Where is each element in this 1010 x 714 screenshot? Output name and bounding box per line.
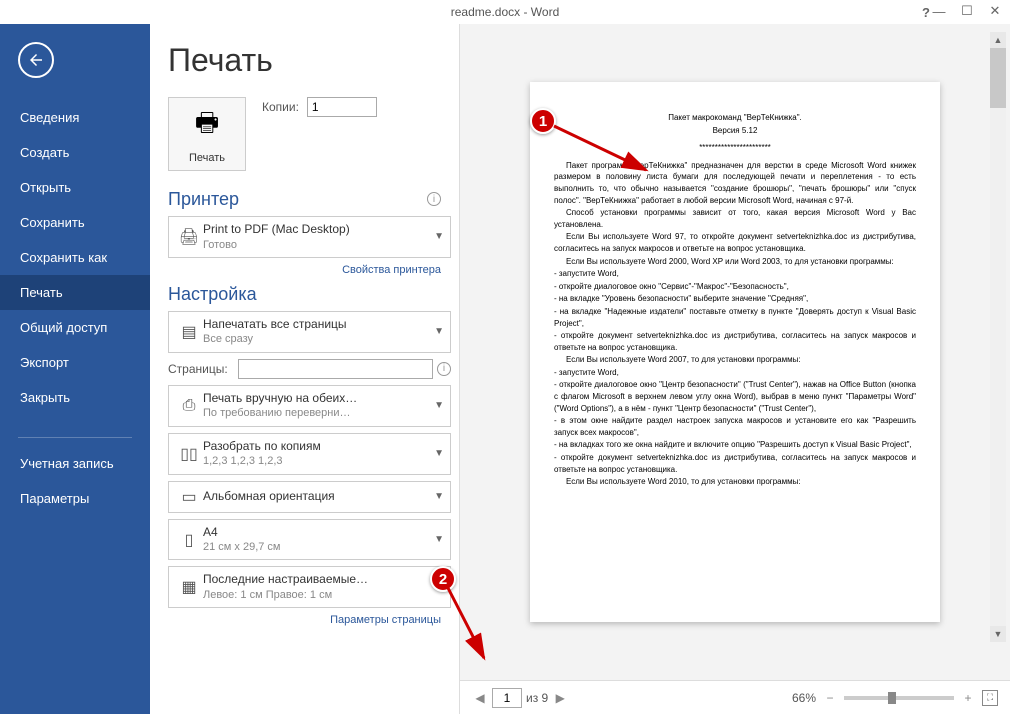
margins-icon: ▦ (175, 577, 203, 597)
title-bar: readme.docx - Word ? — ☐ ✕ (0, 0, 1010, 24)
collate-select[interactable]: ▯▯ Разобрать по копиям 1,2,3 1,2,3 1,2,3… (168, 433, 451, 475)
zoom-in-button[interactable]: + (960, 690, 976, 706)
zoom-out-button[interactable]: − (822, 690, 838, 706)
window-title: readme.docx - Word (451, 5, 560, 19)
info-icon[interactable]: i (437, 362, 451, 376)
page-params-link[interactable]: Параметры страницы (168, 614, 441, 626)
sidebar-item-export[interactable]: Экспорт (0, 345, 150, 380)
duplex-icon: ⎙ (175, 397, 203, 415)
paper-icon: ▯ (175, 530, 203, 550)
zoom-slider[interactable] (844, 696, 954, 700)
page-of-label: из 9 (526, 691, 548, 705)
scroll-up-icon[interactable]: ▲ (990, 32, 1006, 48)
sidebar-item-account[interactable]: Учетная запись (0, 446, 150, 481)
annotation-arrow-2 (440, 580, 500, 670)
preview-footer: ◀ из 9 ▶ 66% − + ⛶ (460, 680, 1010, 714)
chevron-down-icon: ▼ (434, 491, 444, 502)
pages-input[interactable] (238, 359, 433, 379)
print-scope-select[interactable]: ▤ Напечатать все страницы Все сразу ▼ (168, 311, 451, 353)
paper-size-select[interactable]: ▯ A4 21 см x 29,7 см ▼ (168, 519, 451, 561)
chevron-down-icon: ▼ (434, 326, 444, 337)
info-icon[interactable]: i (427, 192, 441, 206)
prev-page-button[interactable]: ◀ (472, 690, 488, 706)
fit-page-button[interactable]: ⛶ (982, 690, 998, 706)
settings-section-title: Настройка (168, 284, 451, 305)
sidebar-item-open[interactable]: Открыть (0, 170, 150, 205)
sidebar-item-options[interactable]: Параметры (0, 481, 150, 516)
preview-scrollbar[interactable]: ▲ ▼ (990, 32, 1006, 642)
chevron-down-icon: ▼ (434, 448, 444, 459)
sidebar-divider (18, 437, 132, 438)
print-button-label: Печать (189, 152, 225, 164)
print-button[interactable]: 🖶 Печать (168, 97, 246, 171)
copies-label: Копии: (262, 100, 299, 114)
chevron-down-icon: ▼ (434, 400, 444, 411)
maximize-icon[interactable]: ☐ (960, 4, 974, 18)
sidebar-item-save[interactable]: Сохранить (0, 205, 150, 240)
preview-panel: Пакет макрокоманд "ВерТеКнижка". Версия … (460, 24, 1010, 714)
pages-label: Страницы: (168, 362, 238, 376)
print-panel: Печать 🖶 Печать Копии: Принтер i 🖨 Print (150, 24, 460, 714)
page-number-input[interactable] (492, 688, 522, 708)
chevron-down-icon: ▼ (434, 534, 444, 545)
sidebar-item-saveas[interactable]: Сохранить как (0, 240, 150, 275)
chevron-down-icon: ▼ (434, 231, 444, 242)
annotation-arrow-1 (548, 118, 668, 188)
collate-icon: ▯▯ (175, 444, 203, 464)
copies-input[interactable] (307, 97, 377, 117)
scroll-thumb[interactable] (990, 48, 1006, 108)
margins-select[interactable]: ▦ Последние настраиваемые… Левое: 1 см П… (168, 566, 451, 608)
duplex-select[interactable]: ⎙ Печать вручную на обеих… По требованию… (168, 385, 451, 427)
sidebar-item-close[interactable]: Закрыть (0, 380, 150, 415)
printer-name: Print to PDF (Mac Desktop) (203, 222, 430, 238)
back-button[interactable] (18, 42, 54, 78)
minimize-icon[interactable]: — (932, 4, 946, 18)
printer-properties-link[interactable]: Свойства принтера (168, 264, 441, 276)
sidebar-item-print[interactable]: Печать (0, 275, 150, 310)
next-page-button[interactable]: ▶ (552, 690, 568, 706)
sidebar-item-new[interactable]: Создать (0, 135, 150, 170)
printer-small-icon: 🖨 (175, 227, 203, 247)
orientation-icon: ▭ (175, 487, 203, 507)
backstage-sidebar: Сведения Создать Открыть Сохранить Сохра… (0, 24, 150, 714)
pages-icon: ▤ (175, 322, 203, 342)
zoom-level: 66% (792, 691, 816, 705)
sidebar-item-share[interactable]: Общий доступ (0, 310, 150, 345)
printer-icon: 🖶 (195, 104, 220, 148)
page-title: Печать (168, 42, 451, 79)
printer-select[interactable]: 🖨 Print to PDF (Mac Desktop) Готово ▼ (168, 216, 451, 258)
scroll-down-icon[interactable]: ▼ (990, 626, 1006, 642)
printer-section-title: Принтер i (168, 189, 451, 210)
orientation-select[interactable]: ▭ Альбомная ориентация ▼ (168, 481, 451, 513)
preview-area: Пакет макрокоманд "ВерТеКнижка". Версия … (460, 24, 1010, 680)
window-controls: — ☐ ✕ (932, 4, 1002, 18)
printer-status: Готово (203, 238, 430, 252)
help-icon[interactable]: ? (922, 5, 930, 20)
sidebar-item-info[interactable]: Сведения (0, 100, 150, 135)
close-icon[interactable]: ✕ (988, 4, 1002, 18)
